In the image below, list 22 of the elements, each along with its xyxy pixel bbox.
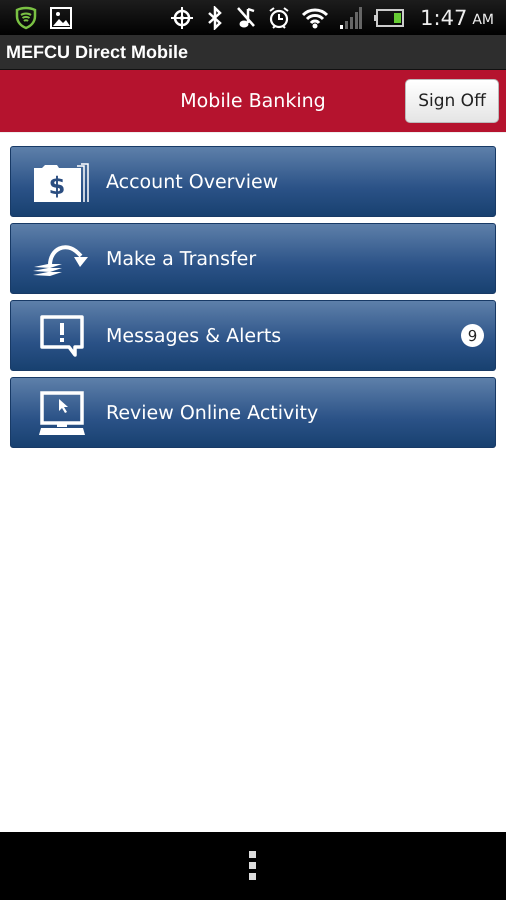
menu-item[interactable]: Review Online Activity xyxy=(10,377,496,448)
menu-item[interactable]: $ Account Overview xyxy=(10,146,496,217)
image-icon xyxy=(50,6,72,28)
mute-icon xyxy=(236,6,256,30)
alert-message-icon xyxy=(38,314,84,356)
crosshair-icon xyxy=(170,6,194,30)
app-title: MEFCU Direct Mobile xyxy=(6,42,188,62)
header-title: Mobile Banking xyxy=(180,90,326,112)
clock-meridiem: AM xyxy=(472,12,494,28)
sign-off-button[interactable]: Sign Off xyxy=(405,79,499,123)
overflow-menu-icon[interactable] xyxy=(249,851,257,881)
shield-icon xyxy=(14,6,38,30)
wifi-icon xyxy=(302,6,328,28)
bluetooth-icon xyxy=(206,6,224,30)
menu-item[interactable]: Make a Transfer xyxy=(10,223,496,294)
computer-pointer-icon xyxy=(38,390,84,434)
clock-time: 1:47 xyxy=(420,6,468,30)
battery-icon xyxy=(374,8,404,26)
signal-icon xyxy=(340,6,362,28)
menu-item[interactable]: Messages & Alerts 9 xyxy=(10,300,496,371)
alarm-icon xyxy=(268,6,290,30)
count-badge: 9 xyxy=(461,324,484,347)
